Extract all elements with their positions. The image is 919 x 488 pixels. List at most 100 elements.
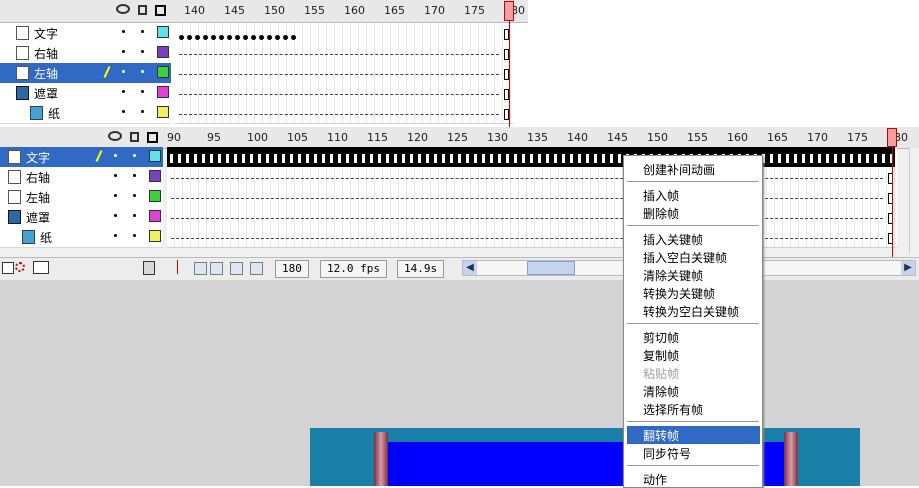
frame-track[interactable] [167,187,897,208]
menu-item[interactable]: 动作 [624,470,762,488]
keyframe-marker[interactable] [337,153,342,164]
menu-item[interactable]: 清除关键帧 [624,266,762,284]
keyframe-marker[interactable] [233,153,238,164]
lock-toggle[interactable] [133,214,136,217]
tween-frames[interactable] [167,147,895,167]
onion-skin-outlines-icon[interactable] [210,262,223,275]
eye-icon[interactable] [116,4,130,14]
outline-icon[interactable] [147,132,158,143]
keyframe-marker[interactable] [201,153,206,164]
keyframe-marker[interactable] [817,153,822,164]
frame-rate-display[interactable]: 12.0 fps [320,260,387,278]
frame-track[interactable] [167,207,897,228]
outline-color-swatch[interactable] [157,26,169,38]
keyframe-dot[interactable] [243,35,248,40]
keyframe-dot[interactable] [275,35,280,40]
keyframe-marker[interactable] [801,153,806,164]
menu-item[interactable]: 转换为空白关键帧 [624,302,762,320]
keyframe-marker[interactable] [169,153,174,164]
insert-folder-icon[interactable] [33,261,49,274]
vertical-scrollbar[interactable] [909,148,919,254]
scroll-thumb[interactable] [527,261,575,275]
keyframe-marker[interactable] [401,153,406,164]
visibility-toggle[interactable] [114,194,117,197]
frame-track[interactable] [167,147,897,168]
layer-row[interactable]: 文字 [0,147,163,168]
keyframe-marker[interactable] [465,153,470,164]
keyframe-marker[interactable] [305,153,310,164]
menu-item[interactable]: 清除帧 [624,382,762,400]
outline-icon[interactable] [155,5,166,16]
keyframe-dot[interactable] [291,35,296,40]
add-motion-guide-icon[interactable] [15,262,25,272]
keyframe-marker[interactable] [417,153,422,164]
lock-toggle[interactable] [133,194,136,197]
visibility-toggle[interactable] [114,214,117,217]
keyframe-marker[interactable] [441,153,446,164]
keyframe-marker[interactable] [593,153,598,164]
outline-color-swatch[interactable] [157,106,169,118]
keyframe-dot[interactable] [195,35,200,40]
keyframe-marker[interactable] [825,153,830,164]
keyframe-marker[interactable] [329,153,334,164]
keyframe-marker[interactable] [585,153,590,164]
layer-row[interactable]: 遮罩 [0,207,163,228]
layer-row[interactable]: 文字 [0,23,171,44]
lock-toggle[interactable] [133,234,136,237]
keyframe-marker[interactable] [569,153,574,164]
keyframe-marker[interactable] [617,153,622,164]
keyframe-dot[interactable] [227,35,232,40]
keyframe-marker[interactable] [377,153,382,164]
keyframe-marker[interactable] [809,153,814,164]
scroll-right-icon[interactable]: ▶ [901,261,915,275]
keyframe-marker[interactable] [425,153,430,164]
keyframe-marker[interactable] [873,153,878,164]
keyframe-marker[interactable] [769,153,774,164]
visibility-toggle[interactable] [122,110,125,113]
frame-track[interactable] [175,83,513,104]
top-playhead-marker[interactable] [504,1,514,21]
eye-icon[interactable] [108,131,122,141]
bottom-playhead-marker[interactable] [887,128,897,147]
keyframe-marker[interactable] [841,153,846,164]
keyframe-dot[interactable] [219,35,224,40]
keyframe-marker[interactable] [313,153,318,164]
keyframe-dot[interactable] [187,35,192,40]
keyframe-marker[interactable] [217,153,222,164]
visibility-toggle[interactable] [122,30,125,33]
menu-item[interactable]: 选择所有帧 [624,400,762,418]
layer-row[interactable]: 左轴 [0,187,163,208]
scroll-left-icon[interactable]: ◀ [463,261,477,275]
outline-color-swatch[interactable] [157,86,169,98]
keyframe-marker[interactable] [393,153,398,164]
visibility-toggle[interactable] [122,50,125,53]
top-frame-ruler[interactable]: 140 145 150 155 160 165 170 175 180 [175,0,528,22]
lock-toggle[interactable] [141,70,144,73]
bottom-frame-ruler[interactable]: 90 95 100 105 110 115 120 125 130 135 140 145 150 155… [167,127,919,148]
keyframe-marker[interactable] [521,153,526,164]
keyframe-marker[interactable] [777,153,782,164]
keyframe-marker[interactable] [561,153,566,164]
keyframe-marker[interactable] [433,153,438,164]
layer-row[interactable]: 纸 [0,103,171,124]
keyframe-marker[interactable] [177,153,182,164]
keyframe-marker[interactable] [473,153,478,164]
keyframe-dot[interactable] [179,35,184,40]
outline-color-swatch[interactable] [149,190,161,202]
frame-track[interactable] [167,167,897,188]
layer-row[interactable]: 左轴 [0,63,171,84]
keyframe-marker[interactable] [321,153,326,164]
outline-color-swatch[interactable] [149,210,161,222]
keyframe-marker[interactable] [577,153,582,164]
keyframe-marker[interactable] [345,153,350,164]
keyframe-dot[interactable] [267,35,272,40]
menu-item[interactable]: 复制帧 [624,346,762,364]
frame-track[interactable] [167,227,897,248]
outline-color-swatch[interactable] [157,66,169,78]
outline-color-swatch[interactable] [149,150,161,162]
keyframe-dot[interactable] [251,35,256,40]
keyframe-dot[interactable] [259,35,264,40]
keyframe-marker[interactable] [369,153,374,164]
layer-row[interactable]: 右轴 [0,167,163,188]
menu-item[interactable]: 翻转帧 [627,426,760,444]
